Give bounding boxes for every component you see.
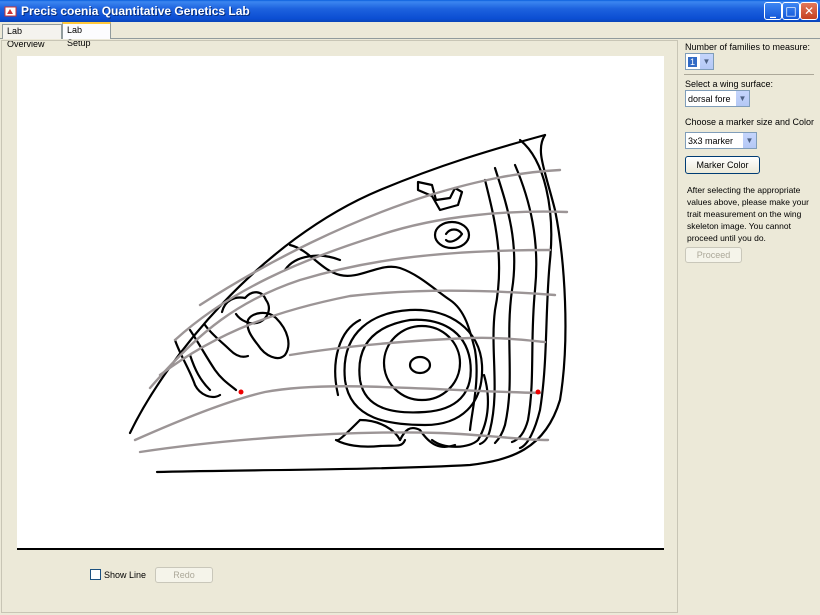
families-label: Number of families to measure: [685,42,811,52]
setup-panel: Number of families to measure: 1 ▼ Selec… [680,40,819,613]
wing-skeleton-canvas[interactable] [17,56,664,550]
minimize-icon: _ [770,4,776,18]
marker-label: Choose a marker size and Color [685,117,815,127]
canvas-baseline [17,548,664,550]
proceed-button[interactable]: Proceed [685,247,742,263]
surface-label: Select a wing surface: [685,79,774,89]
window-title: Precis coenia Quantitative Genetics Lab [21,4,250,18]
chevron-down-icon[interactable]: ▼ [742,133,756,148]
close-icon: ✕ [803,4,815,18]
show-line-label: Show Line [104,569,147,580]
maximize-icon: □ [785,4,797,18]
families-select[interactable]: 1 ▼ [685,53,714,70]
surface-value: dorsal fore [688,93,731,104]
show-line-checkbox[interactable] [90,569,101,580]
wing-surface-select[interactable]: dorsal fore ▼ [685,90,750,107]
marker-color-button[interactable]: Marker Color [685,156,760,174]
chevron-down-icon[interactable]: ▼ [735,91,749,106]
title-bar: Precis coenia Quantitative Genetics Lab … [0,0,820,22]
marker-value: 3x3 marker [688,135,734,146]
tab-strip: Lab Overview Lab Setup [0,22,820,49]
tab-lab-setup[interactable]: Lab Setup [62,22,111,48]
instructions-text: After selecting the appropriate values a… [687,185,809,243]
minimize-button[interactable]: _ [764,2,782,20]
maximize-button[interactable]: □ [782,2,800,20]
wing-skeleton-image [128,133,569,474]
redo-button[interactable]: Redo [155,567,213,583]
tab-lab-overview[interactable]: Lab Overview [2,24,62,49]
divider [684,74,814,75]
marker-size-select[interactable]: 3x3 marker ▼ [685,132,757,149]
close-button[interactable]: ✕ [800,2,818,20]
families-value: 1 [688,56,698,67]
app-icon [4,6,17,16]
show-line-control[interactable]: Show Line [90,569,146,580]
chevron-down-icon[interactable]: ▼ [699,54,713,69]
